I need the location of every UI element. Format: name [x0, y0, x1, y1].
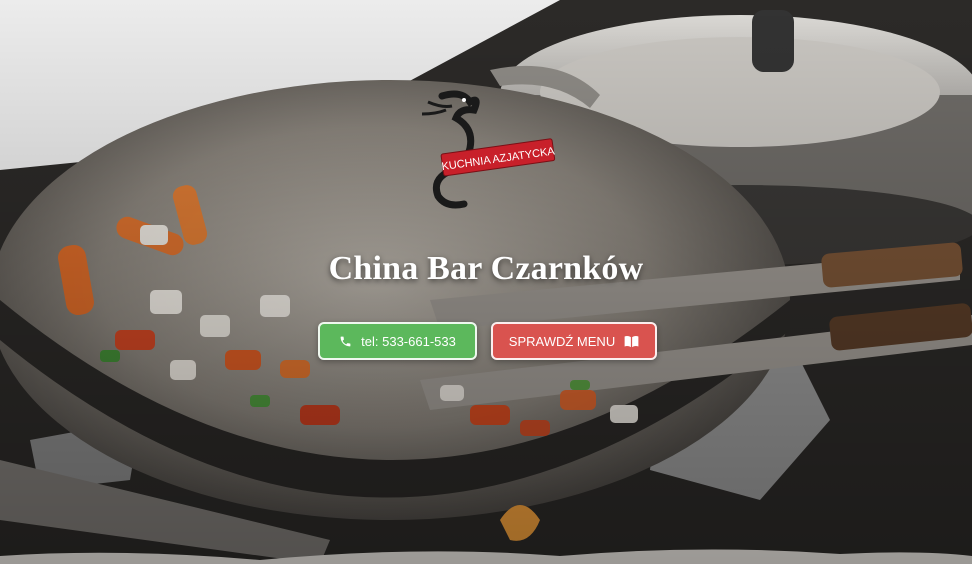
- call-button[interactable]: tel: 533-661-533: [318, 322, 477, 360]
- call-button-label: tel: 533-661-533: [361, 333, 456, 349]
- dragon-icon: KUCHNIA AZJATYCKA: [421, 90, 556, 209]
- brand-logo[interactable]: KUCHNIA AZJATYCKA: [412, 88, 562, 212]
- page-title: China Bar Czarnków: [328, 250, 644, 287]
- phone-icon: [340, 336, 351, 346]
- hero-section: KUCHNIA AZJATYCKA China Bar Czarnków tel…: [0, 0, 972, 564]
- menu-button[interactable]: SPRAWDŹ MENU: [491, 322, 657, 360]
- menu-button-label: SPRAWDŹ MENU: [508, 333, 616, 349]
- book-open-icon: [624, 335, 639, 347]
